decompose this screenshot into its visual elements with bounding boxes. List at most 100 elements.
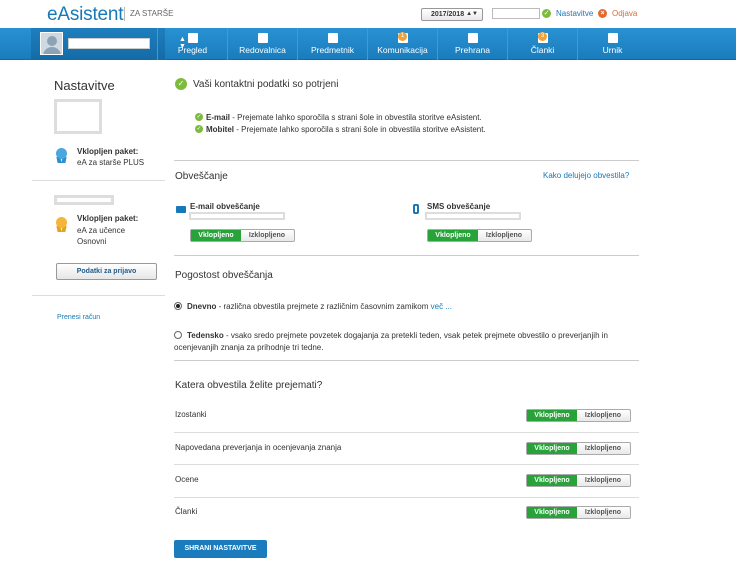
divider <box>174 255 639 256</box>
divider <box>174 360 639 361</box>
row-label-preverjanja: Napovedana preverjanja in ocenjevanja zn… <box>175 443 342 452</box>
toggle-on[interactable]: Vklopljeno <box>527 410 577 421</box>
food-icon <box>467 33 478 43</box>
nav-item-komunikacija[interactable]: 1 Komunikacija <box>367 28 437 60</box>
clanki-toggle[interactable]: Vklopljeno Izklopljeno <box>526 506 631 519</box>
nav-label: Urnik <box>602 45 623 55</box>
contact-confirmed-heading: Vaši kontaktni podatki so potrjeni <box>193 79 339 90</box>
save-settings-button[interactable]: SHRANI NASTAVITVE <box>174 540 267 558</box>
notification-badge: 1 <box>398 32 407 41</box>
nav-item-redovalnica[interactable]: Redovalnica <box>227 28 297 60</box>
redacted-phone <box>425 212 521 220</box>
email-status: E-mail - Prejemate lahko sporočila s str… <box>206 113 482 122</box>
sms-notif-toggle[interactable]: Vklopljeno Izklopljeno <box>427 229 532 242</box>
toggle-off[interactable]: Izklopljeno <box>241 230 293 241</box>
weekly-option-cont: ocenjevanjih znanja za prihodnje tri ted… <box>174 343 324 352</box>
nav-label: Redovalnica <box>239 45 286 55</box>
logo-separator <box>124 7 125 21</box>
divider <box>174 432 639 433</box>
logo-subtitle: ZA STARŠE <box>130 9 174 18</box>
toggle-on[interactable]: Vklopljeno <box>527 475 577 486</box>
divider <box>174 464 639 465</box>
check-icon: ✓ <box>542 9 551 18</box>
toggle-off[interactable]: Izklopljeno <box>577 410 629 421</box>
divider <box>32 180 165 181</box>
nav-label: Pregled <box>177 45 208 55</box>
email-notif-title: E-mail obveščanje <box>190 202 260 211</box>
award-rosette-icon <box>55 148 68 163</box>
check-icon: ✓ <box>195 113 203 121</box>
nav-item-clanki[interactable]: 3 Članki <box>507 28 577 60</box>
nav-item-prehrana[interactable]: Prehrana <box>437 28 507 60</box>
sidebar-title: Nastavitve <box>54 78 115 93</box>
row-label-izostanki: Izostanki <box>175 410 207 419</box>
mail-icon <box>176 206 186 213</box>
help-link[interactable]: Kako delujejo obvestila? <box>543 171 629 180</box>
nav-label: Predmetnik <box>311 45 354 55</box>
more-link[interactable]: več ... <box>431 302 452 311</box>
frequency-heading: Pogostost obveščanja <box>175 270 273 281</box>
row-label-clanki: Članki <box>175 507 198 516</box>
redacted-child-label <box>54 195 114 205</box>
divider <box>174 497 639 498</box>
logo[interactable]: eAsistent <box>47 4 124 26</box>
redacted-user-name <box>492 8 540 19</box>
nav-item-predmetnik[interactable]: Predmetnik <box>297 28 367 60</box>
notifications-heading: Obveščanje <box>175 171 228 182</box>
package-title: Vklopljen paket: <box>77 147 139 156</box>
login-data-button[interactable]: Podatki za prijavo <box>56 263 157 280</box>
check-icon: ✓ <box>175 78 187 90</box>
phone-icon <box>413 204 419 214</box>
toggle-off[interactable]: Izklopljeno <box>478 230 530 241</box>
logout-icon[interactable]: × <box>598 9 607 18</box>
redacted-avatar-box <box>54 99 102 134</box>
nav-item-pregled[interactable]: Pregled <box>157 28 227 60</box>
top-bar: eAsistent ZA STARŠE 2017/2018 ▲▼ ✓ Nasta… <box>0 0 736 28</box>
preverjanja-toggle[interactable]: Vklopljeno Izklopljeno <box>526 442 631 455</box>
ocene-toggle[interactable]: Vklopljeno Izklopljeno <box>526 474 631 487</box>
sms-notif-title: SMS obveščanje <box>427 202 491 211</box>
package-name: eA za starše PLUS <box>77 158 145 167</box>
nav-label: Komunikacija <box>377 45 428 55</box>
package-name: eA za učence <box>77 226 126 235</box>
divider <box>32 295 165 296</box>
award-rosette-icon <box>55 217 68 232</box>
mobile-status: Mobitel - Prejemate lahko sporočila s st… <box>206 125 486 134</box>
transfer-account-link[interactable]: Prenesi račun <box>57 314 100 321</box>
toggle-on[interactable]: Vklopljeno <box>527 507 577 518</box>
toggle-on[interactable]: Vklopljeno <box>527 443 577 454</box>
redacted-email <box>189 212 285 220</box>
main-nav: ▲ ▼ Pregled Redovalnica Predmetnik 1 Komu… <box>0 28 736 60</box>
which-notifs-heading: Katera obvestila želite prejemati? <box>175 380 323 391</box>
nav-item-urnik[interactable]: Urnik <box>577 28 647 60</box>
notification-badge: 3 <box>538 32 547 41</box>
package-title: Vklopljen paket: <box>77 214 139 223</box>
redacted-child-name <box>68 38 150 49</box>
user-switcher[interactable]: ▲ ▼ <box>31 28 186 60</box>
daily-option: Dnevno - različna obvestila prejmete z r… <box>187 302 452 311</box>
nav-label: Članki <box>530 45 555 55</box>
school-year-select[interactable]: 2017/2018 ▲▼ <box>421 8 483 21</box>
package-tier: Osnovni <box>77 237 107 246</box>
weekly-option: Tedensko - vsako sredo prejmete povzetek… <box>187 331 608 340</box>
calendar-icon <box>607 33 618 43</box>
toggle-on[interactable]: Vklopljeno <box>191 230 241 241</box>
cube-icon <box>187 33 198 43</box>
logout-link[interactable]: Odjava <box>612 9 637 18</box>
book-icon <box>327 33 338 43</box>
toggle-on[interactable]: Vklopljeno <box>428 230 478 241</box>
check-icon: ✓ <box>195 125 203 133</box>
toggle-off[interactable]: Izklopljeno <box>577 475 629 486</box>
weekly-radio[interactable] <box>174 331 182 339</box>
avatar <box>40 32 63 55</box>
izostanki-toggle[interactable]: Vklopljeno Izklopljeno <box>526 409 631 422</box>
toggle-off[interactable]: Izklopljeno <box>577 507 629 518</box>
daily-radio[interactable] <box>174 302 182 310</box>
nav-label: Prehrana <box>455 45 490 55</box>
settings-link[interactable]: Nastavitve <box>556 9 593 18</box>
toggle-off[interactable]: Izklopljeno <box>577 443 629 454</box>
row-label-ocene: Ocene <box>175 475 199 484</box>
select-arrows-icon: ▲▼ <box>466 11 478 17</box>
grades-icon <box>257 33 268 43</box>
email-notif-toggle[interactable]: Vklopljeno Izklopljeno <box>190 229 295 242</box>
